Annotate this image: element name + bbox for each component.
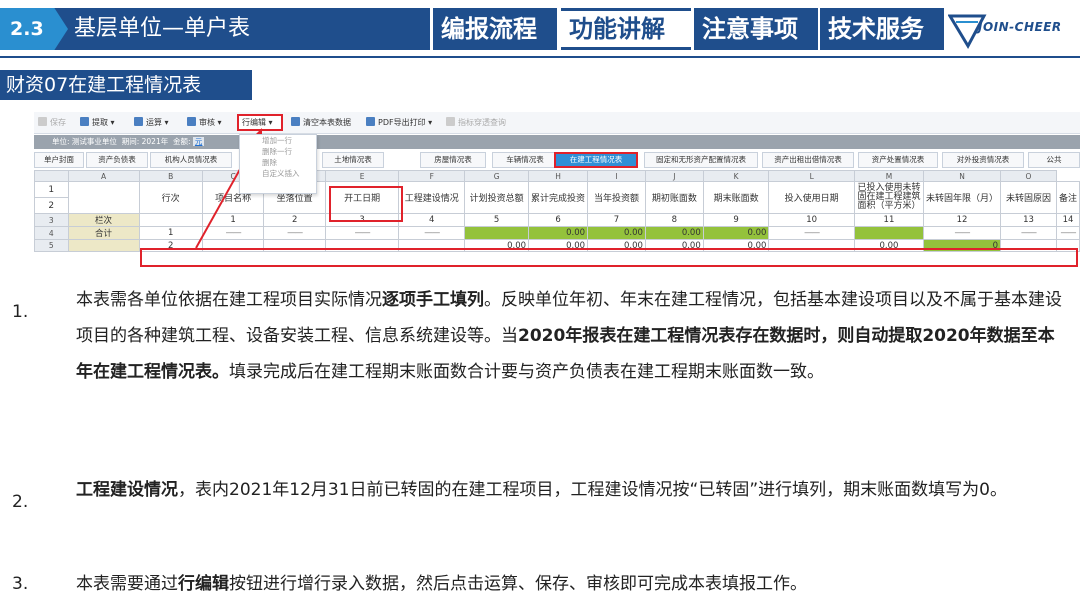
tab-vehicle[interactable]: 车辆情况表	[492, 152, 558, 168]
table-row: 3 栏次 1 2 3 4 5 6 7 8 9 10 11 12 13 14	[34, 213, 1080, 227]
logo-text: JOIN-CHEER	[978, 20, 1062, 34]
check-icon	[187, 117, 196, 126]
indicator-query-button[interactable]: 指标穿透查询	[446, 116, 506, 130]
table-tabs: 单户封面 资产负债表 机构人员情况表 土地情况表 房屋情况表 车辆情况表 在建工…	[34, 152, 1080, 168]
item-number-2: 2.	[12, 492, 29, 512]
construction-status-header: 工程建设情况	[398, 181, 466, 214]
data-grid: A B C D E F G H I J K L M N O 1 行次 项目名称 …	[34, 170, 1080, 252]
tab-asset-disposal[interactable]: 资产处置情况表	[858, 152, 938, 168]
nav-features[interactable]: 功能讲解	[561, 8, 691, 50]
construction-status-highlight	[329, 186, 403, 222]
tab-construction[interactable]: 在建工程情况表	[554, 152, 638, 168]
header-title: 基层单位—单户表	[74, 16, 251, 41]
slide-header: 2.3 基层单位—单户表 编报流程 功能讲解 注意事项 技术服务 JOIN-CH…	[0, 0, 1080, 62]
tab-land[interactable]: 土地情况表	[322, 152, 384, 168]
column-letter-row: A B C D E F G H I J K L M N O	[34, 170, 1080, 182]
query-icon	[446, 117, 455, 126]
tab-asset-rent[interactable]: 资产出租出借情况表	[762, 152, 854, 168]
item-number-1: 1.	[12, 302, 29, 322]
tab-staff[interactable]: 机构人员情况表	[150, 152, 232, 168]
check-button[interactable]: 审核 ▾	[187, 116, 222, 130]
company-logo: JOIN-CHEER	[947, 8, 1076, 50]
dropdown-add-row[interactable]: 增加一行	[240, 135, 316, 146]
header-row: 1 行次 项目名称 坐落位置 开工日期 工程建设情况 计划投资总额 累计完成投资…	[34, 181, 1080, 214]
tab-housing[interactable]: 房屋情况表	[420, 152, 486, 168]
currency-unit-link[interactable]: 元	[192, 137, 205, 146]
dropdown-remove-row[interactable]: 删除一行	[240, 146, 316, 157]
nav-notes[interactable]: 注意事项	[694, 8, 818, 50]
save-icon	[38, 117, 47, 126]
extract-icon	[80, 117, 89, 126]
tab-balance-sheet[interactable]: 资产负债表	[86, 152, 148, 168]
paragraph-1: 本表需各单位依据在建工程项目实际情况逐项手工填列。反映单位年初、年末在建工程情况…	[76, 290, 1062, 382]
new-row-highlight	[140, 248, 1078, 267]
calc-icon	[134, 117, 143, 126]
tab-asset-config[interactable]: 固定和无形资产配置情况表	[644, 152, 758, 168]
tab-public[interactable]: 公共	[1028, 152, 1080, 168]
info-bar: 单位: 测试事业单位 期间: 2021年 金额: 元	[34, 135, 1080, 149]
clear-icon	[291, 117, 300, 126]
nav-process[interactable]: 编报流程	[433, 8, 557, 50]
paragraph-3: 本表需要通过行编辑按钮进行增行录入数据，然后点击运算、保存、审核即可完成本表填报…	[76, 574, 807, 594]
extract-button[interactable]: 提取 ▾	[80, 116, 115, 130]
pdf-export-button[interactable]: PDF导出打印 ▾	[366, 116, 432, 130]
row-edit-dropdown: 增加一行 删除一行 删除 自定义插入	[239, 134, 317, 194]
header-rule	[0, 56, 1080, 58]
calc-button[interactable]: 运算 ▾	[134, 116, 169, 130]
dropdown-delete[interactable]: 删除	[240, 157, 316, 168]
tab-investment[interactable]: 对外投资情况表	[942, 152, 1024, 168]
section-number-badge: 2.3	[0, 8, 68, 50]
save-button[interactable]: 保存	[38, 116, 66, 130]
row-edit-button[interactable]: 行编辑 ▾	[237, 114, 283, 131]
dropdown-custom-insert[interactable]: 自定义插入	[240, 168, 316, 179]
clear-table-button[interactable]: 清空本表数据	[291, 116, 351, 130]
paragraph-2: 工程建设情况，表内2021年12月31日前已转固的在建工程项目，工程建设情况按“…	[76, 480, 1007, 500]
item-number-3: 3.	[12, 574, 29, 594]
tab-cover[interactable]: 单户封面	[34, 152, 84, 168]
nav-support[interactable]: 技术服务	[820, 8, 944, 50]
toolbar: 保存 提取 ▾ 运算 ▾ 审核 ▾ 行编辑 ▾ 清空本表数据 PDF导出打印 ▾…	[34, 112, 1080, 134]
table-row: 4 合计 1 —— —— —— —— 0.00 0.00 0.00 0.00 —…	[34, 226, 1080, 240]
section-title: 财资07在建工程情况表	[0, 70, 252, 100]
pdf-icon	[366, 117, 375, 126]
app-screenshot: 保存 提取 ▾ 运算 ▾ 审核 ▾ 行编辑 ▾ 清空本表数据 PDF导出打印 ▾…	[34, 112, 1080, 270]
